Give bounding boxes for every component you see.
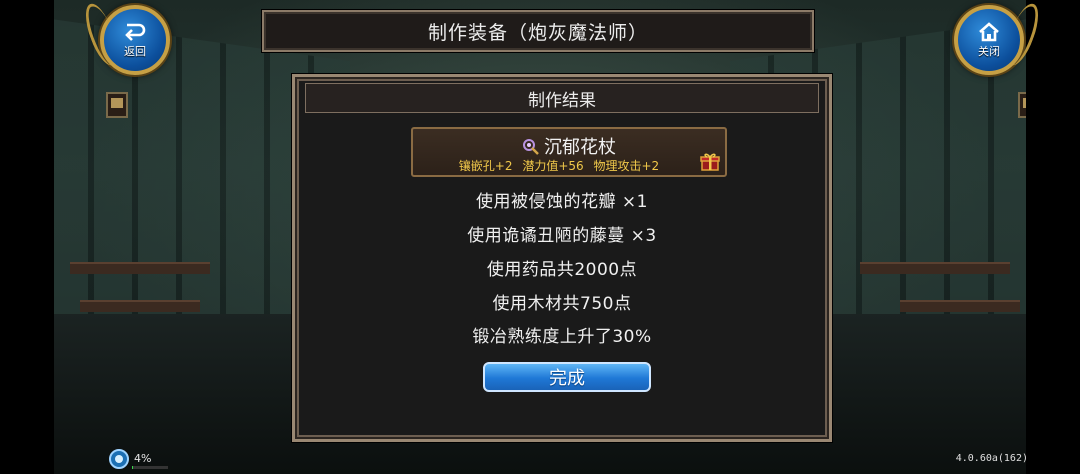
item-stat: 潜力值+56 [522, 159, 584, 173]
bench [70, 262, 210, 274]
close-label: 关闭 [978, 44, 1000, 58]
bench [860, 262, 1010, 274]
page-title-bar: 制作装备（炮灰魔法师） [262, 10, 814, 52]
bench [80, 300, 200, 312]
page-title: 制作装备（炮灰魔法师） [427, 21, 648, 44]
result-line: 使用诡谲丑陋的藤蔓 ×3 [467, 226, 657, 246]
home-icon [979, 21, 999, 41]
result-line: 锻冶熟练度上升了30% [472, 327, 652, 347]
gift-box-icon [700, 153, 720, 171]
result-line: 使用被侵蚀的花瓣 ×1 [476, 192, 648, 212]
close-button[interactable]: 关闭 [950, 0, 1045, 76]
dialog-header: 制作结果 [305, 83, 819, 113]
progress-bar [132, 466, 168, 469]
done-button[interactable]: 完成 [483, 362, 651, 392]
version-label: 4.0.60a(162) [955, 453, 1028, 464]
screen-edge-left [0, 0, 54, 474]
item-name: 沉郁花杖 [544, 137, 616, 158]
return-arrow-icon [125, 23, 146, 41]
bench [900, 300, 1020, 312]
item-stat: 镶嵌孔+2 [458, 159, 513, 173]
dialog-title: 制作结果 [528, 90, 596, 111]
network-status-icon [109, 449, 129, 469]
screen-edge-right [1026, 0, 1080, 474]
back-label: 返回 [124, 44, 146, 58]
back-button[interactable]: 返回 [79, 0, 174, 76]
staff-icon [523, 139, 539, 155]
item-stat: 物理攻击+2 [593, 159, 660, 173]
result-line: 使用药品共2000点 [486, 260, 638, 280]
crafted-item-card[interactable]: 沉郁花杖 镶嵌孔+2 潜力值+56 物理攻击+2 [411, 127, 727, 177]
result-line: 使用木材共750点 [492, 294, 632, 314]
item-stats: 镶嵌孔+2 潜力值+56 物理攻击+2 [413, 157, 705, 174]
lamp-icon [106, 92, 128, 118]
item-name-row: 沉郁花杖 [413, 133, 725, 159]
progress-bar-fill [132, 466, 134, 469]
crafting-result-dialog: 制作结果 沉郁花杖 镶嵌孔+2 潜力值+56 物理攻击+2 使用被侵蚀的花瓣 ×… [292, 74, 832, 442]
progress-percent: 4% [134, 452, 152, 465]
